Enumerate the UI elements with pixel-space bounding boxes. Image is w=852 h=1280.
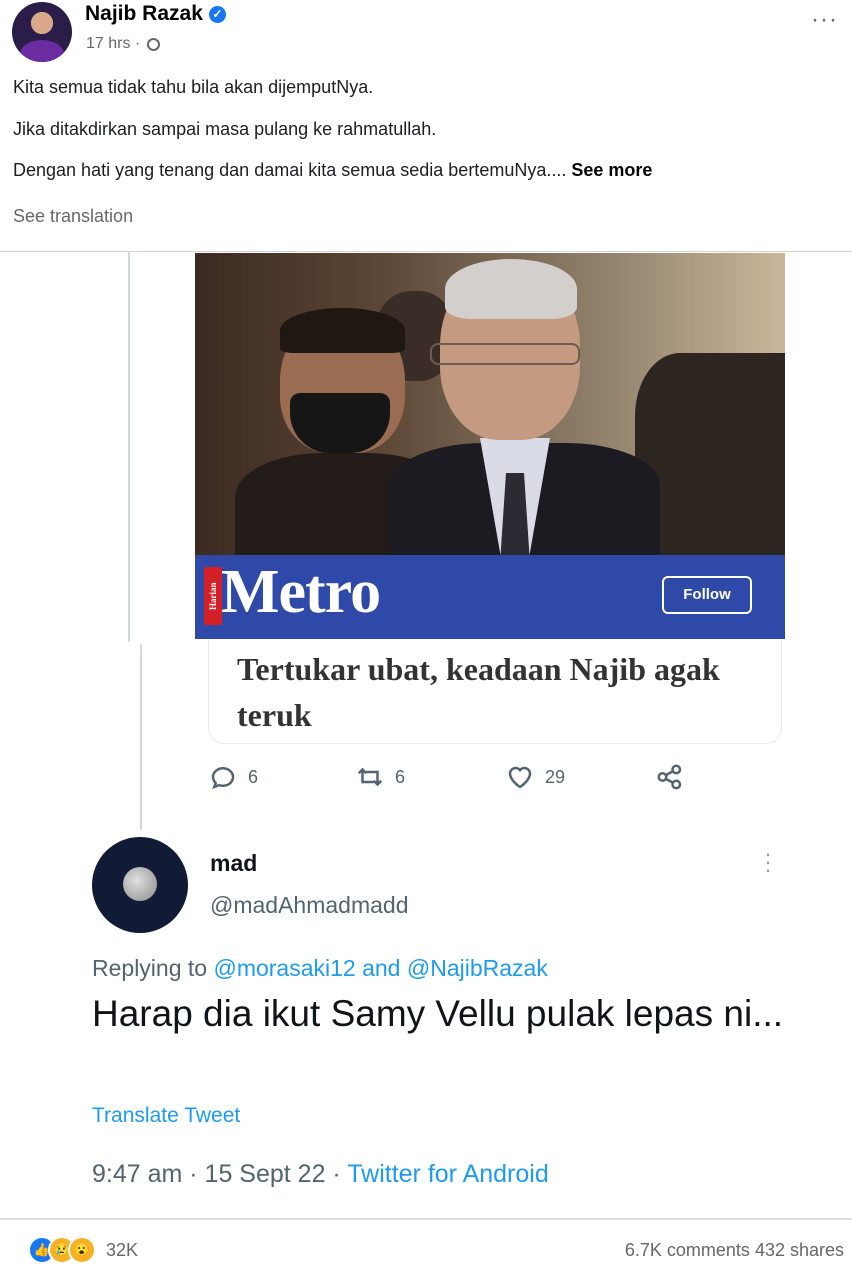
post-meta: 17 hrs ·	[86, 35, 160, 53]
photo-hair	[280, 308, 405, 353]
retweet-icon	[357, 767, 383, 787]
thread-line	[140, 644, 142, 830]
reply-author-handle[interactable]: @madAhmadmadd	[210, 892, 409, 919]
like-count: 29	[545, 766, 566, 787]
tweet-source-link[interactable]: Twitter for Android	[347, 1160, 548, 1188]
more-options-icon[interactable]: ···	[763, 843, 773, 881]
tweet-timestamp: 9:47 am · 15 Sept 22 · Twitter for Andro…	[92, 1160, 549, 1189]
more-options-icon[interactable]: ···	[811, 8, 838, 32]
reply-author-name[interactable]: mad	[210, 850, 257, 877]
author-avatar[interactable]	[12, 2, 72, 62]
divider	[0, 1218, 852, 1220]
post-time[interactable]: 17 hrs	[86, 35, 130, 52]
share-icon	[657, 764, 682, 790]
news-photo[interactable]	[195, 253, 785, 555]
mention-link[interactable]: @NajibRazak	[407, 955, 548, 981]
reply-count: 6	[248, 766, 259, 787]
comments-count[interactable]: 6.7K comments	[625, 1240, 750, 1260]
publisher-prefix-logo: Harian	[204, 567, 222, 625]
replying-and: and	[362, 955, 401, 981]
reactions-summary[interactable]: 👍 😢 😮 32K	[28, 1236, 138, 1264]
mention-link[interactable]: @morasaki12	[213, 955, 355, 981]
shares-count[interactable]: 432 shares	[755, 1240, 844, 1260]
author-name[interactable]: Najib Razak	[85, 2, 203, 25]
verified-icon: ✓	[208, 6, 226, 23]
follow-button[interactable]: Follow	[662, 576, 752, 614]
share-action[interactable]	[655, 762, 685, 792]
meta-separator: ·	[134, 35, 141, 52]
reaction-count[interactable]: 32K	[106, 1240, 138, 1261]
photo-hair	[445, 259, 577, 319]
see-translation-link[interactable]: See translation	[13, 206, 133, 227]
replying-prefix: Replying to	[92, 955, 208, 981]
thread-line	[128, 252, 130, 642]
reply-icon	[211, 767, 235, 790]
publisher-logo: Metro	[221, 558, 381, 626]
photo-glasses	[430, 343, 580, 365]
reply-avatar[interactable]	[92, 837, 188, 933]
globe-icon	[146, 38, 160, 51]
translate-tweet-link[interactable]: Translate Tweet	[92, 1104, 240, 1128]
retweet-action[interactable]: 6	[355, 762, 405, 792]
post-line-1: Kita semua tidak tahu bila akan dijemput…	[13, 77, 374, 97]
link-card[interactable]: Tertukar ubat, keadaan Najib agak teruk	[208, 640, 782, 744]
post-line-3: Dengan hati yang tenang dan damai kita s…	[13, 160, 652, 181]
replying-to: Replying to @morasaki12 and @NajibRazak	[92, 955, 548, 982]
like-icon	[508, 766, 532, 789]
post-line-3-text: Dengan hati yang tenang dan damai kita s…	[13, 160, 567, 180]
photo-face-mask	[290, 393, 390, 453]
engagement-stats: 6.7K comments 432 shares	[625, 1240, 844, 1261]
wow-reaction-icon: 😮	[68, 1236, 96, 1264]
reply-text: Harap dia ikut Samy Vellu pulak lepas ni…	[92, 993, 784, 1034]
card-headline[interactable]: Tertukar ubat, keadaan Najib agak teruk	[237, 646, 777, 738]
retweet-count: 6	[395, 766, 406, 787]
reply-action[interactable]: 6	[208, 762, 258, 792]
like-action[interactable]: 29	[505, 762, 565, 792]
tweet-time[interactable]: 9:47 am · 15 Sept 22 ·	[92, 1160, 341, 1188]
publisher-banner: Harian Metro Follow	[195, 555, 785, 639]
see-more-link[interactable]: See more	[571, 160, 652, 180]
post-author[interactable]: Najib Razak ✓	[85, 2, 226, 26]
post-line-2: Jika ditakdirkan sampai masa pulang ke r…	[13, 119, 437, 139]
